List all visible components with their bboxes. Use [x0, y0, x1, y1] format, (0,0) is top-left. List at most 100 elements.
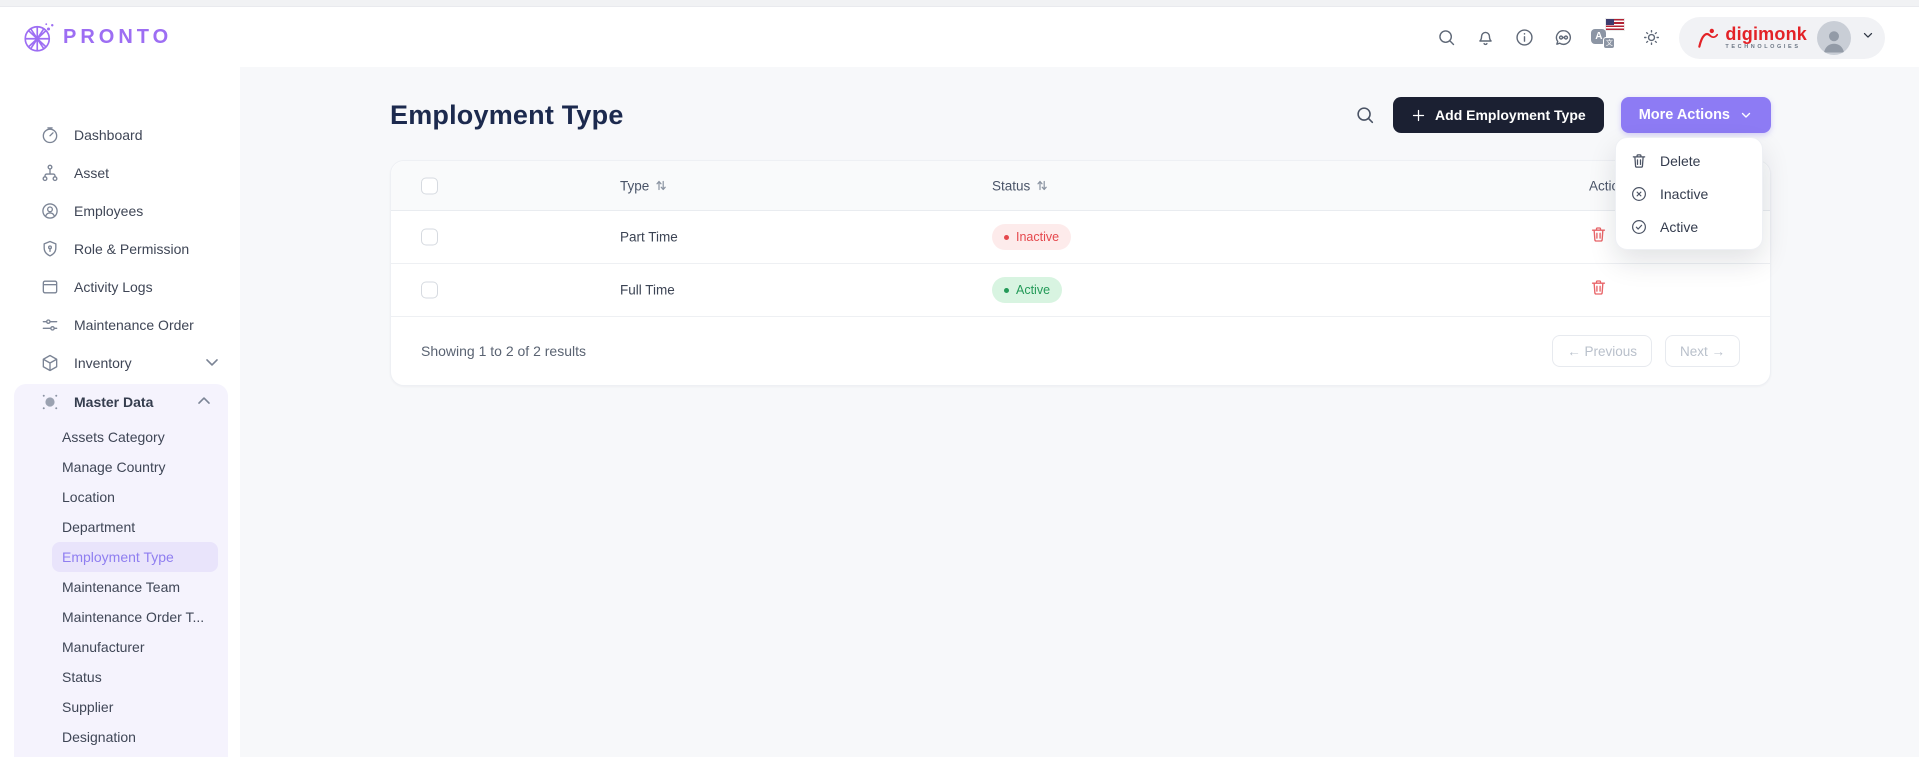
sidebar-item-inventory[interactable]: Inventory — [0, 344, 240, 382]
sidebar-subitem-designation[interactable]: Designation — [52, 722, 218, 752]
dropdown-item-delete[interactable]: Delete — [1616, 144, 1762, 177]
sidebar-subitem-location[interactable]: Location — [52, 482, 218, 512]
user-circle-icon — [42, 203, 58, 219]
circle-check-icon — [1632, 219, 1646, 234]
account-menu[interactable]: digimonk TECHNOLOGIES — [1679, 16, 1885, 59]
plus-icon — [1412, 109, 1425, 121]
sidebar-item-label: Maintenance Order — [74, 317, 194, 333]
table-footer: Showing 1 to 2 of 2 results ← Previous N… — [391, 317, 1770, 385]
status-badge: Active — [992, 277, 1063, 303]
page-header: Employment Type Add Employment Type More… — [390, 95, 1771, 135]
status-badge: Inactive — [992, 224, 1072, 250]
hierarchy-icon — [42, 164, 58, 182]
column-header-status[interactable]: Status — [992, 178, 1048, 193]
sort-icon — [1037, 180, 1048, 191]
dropdown-item-inactive[interactable]: Inactive — [1616, 177, 1762, 210]
translate-icon: A 文 — [1591, 27, 1616, 49]
header-actions: Add Employment Type More Actions — [1354, 97, 1771, 133]
page-title: Employment Type — [390, 99, 624, 130]
search-icon[interactable] — [1435, 27, 1457, 49]
sidebar-subitem-manage-country[interactable]: Manage Country — [52, 452, 218, 482]
sliders-icon — [42, 319, 58, 331]
data-cluster-icon — [42, 394, 58, 410]
sidebar-item-employees[interactable]: Employees — [0, 192, 240, 230]
us-flag-icon — [1606, 18, 1625, 30]
sidebar-item-label: Activity Logs — [74, 279, 153, 295]
next-page-button[interactable]: Next → — [1664, 335, 1740, 367]
sidebar-item-master-data[interactable]: Master Data — [14, 386, 228, 418]
type-cell: Full Time — [620, 282, 675, 298]
column-header-type[interactable]: Type — [620, 178, 667, 193]
status-dot — [1004, 287, 1009, 293]
more-actions-label: More Actions — [1638, 107, 1730, 123]
sidebar-subitem-maintenance-team[interactable]: Maintenance Team — [52, 572, 218, 602]
add-employment-type-button[interactable]: Add Employment Type — [1393, 97, 1604, 133]
sidebar-item-activity-logs[interactable]: Activity Logs — [0, 268, 240, 306]
sidebar-subitem-supplier[interactable]: Supplier — [52, 692, 218, 722]
sidebar-subitem-maintenance-order-type[interactable]: Maintenance Order T... — [52, 602, 218, 632]
language-selector[interactable]: A 文 — [1591, 18, 1625, 49]
sidebar-item-label: Employees — [74, 203, 144, 219]
notifications-bell-icon[interactable] — [1474, 27, 1496, 49]
sidebar-item-asset[interactable]: Asset — [0, 154, 240, 192]
table-row: Part Time Inactive — [391, 211, 1770, 264]
type-cell: Part Time — [620, 229, 678, 245]
globe-icon — [24, 22, 54, 52]
circle-x-icon — [1632, 186, 1646, 201]
select-all-checkbox[interactable] — [421, 177, 438, 194]
row-checkbox[interactable] — [421, 228, 438, 246]
delete-row-icon[interactable] — [1589, 278, 1608, 300]
org-tagline: TECHNOLOGIES — [1725, 43, 1801, 50]
more-actions-button[interactable]: More Actions — [1620, 97, 1771, 133]
sidebar-item-label: Dashboard — [74, 127, 143, 143]
sort-icon — [656, 180, 667, 191]
more-actions-dropdown: Delete Inactive Active — [1615, 137, 1763, 250]
pronto-logo[interactable]: PRONTO — [20, 20, 172, 56]
sidebar-item-maintenance-order[interactable]: Maintenance Order — [0, 306, 240, 344]
column-label: Type — [620, 178, 650, 193]
dropdown-item-label: Delete — [1660, 152, 1701, 169]
sidebar-item-label: Asset — [74, 165, 110, 181]
sidebar-subitem-department[interactable]: Department — [52, 512, 218, 542]
theme-light-icon[interactable] — [1640, 27, 1662, 49]
sidebar-subitem-assets-category[interactable]: Assets Category — [52, 422, 218, 452]
pagination: ← Previous Next → — [1552, 335, 1740, 367]
sidebar-item-label: Inventory — [74, 355, 132, 371]
sidebar-item-label: Master Data — [74, 394, 154, 410]
sidebar-item-label: Role & Permission — [74, 241, 190, 257]
topbar: PRONTO A 文 digimonk TECHNOLOGIES — [0, 8, 1919, 67]
sidebar-subitem-employment-type[interactable]: Employment Type — [52, 542, 218, 572]
topbar-actions: A 文 digimonk TECHNOLOGIES — [1435, 16, 1885, 59]
sidebar-subitem-manufacturer[interactable]: Manufacturer — [52, 632, 218, 662]
dropdown-item-active[interactable]: Active — [1616, 210, 1762, 243]
window-top-strip — [0, 0, 1919, 7]
chevron-up-icon — [194, 391, 214, 414]
table-header-row: Type Status Action — [391, 161, 1770, 211]
employment-type-table-card: Type Status Action Part Time Inactive Fu… — [390, 160, 1771, 386]
chevron-down-icon — [1741, 112, 1751, 118]
support-chat-icon[interactable] — [1552, 27, 1574, 49]
sidebar-item-role-permission[interactable]: Role & Permission — [0, 230, 240, 268]
table-row: Full Time Active — [391, 264, 1770, 317]
dropdown-item-label: Active — [1660, 218, 1699, 235]
trash-icon — [1632, 153, 1646, 168]
sidebar-subitem-template[interactable]: Template — [52, 752, 218, 757]
row-checkbox[interactable] — [421, 281, 438, 299]
digimonk-icon — [1698, 28, 1719, 48]
chevron-down-icon — [202, 352, 222, 375]
shield-icon — [43, 240, 57, 257]
delete-row-icon[interactable] — [1589, 225, 1608, 247]
chevron-down-icon[interactable] — [1861, 28, 1875, 47]
table-search-icon[interactable] — [1354, 104, 1376, 126]
results-summary: Showing 1 to 2 of 2 results — [421, 343, 586, 359]
info-icon[interactable] — [1513, 27, 1535, 49]
brand-name: PRONTO — [63, 26, 173, 48]
master-data-items: Assets Category Manage Country Location … — [14, 418, 228, 757]
user-avatar[interactable] — [1817, 20, 1851, 55]
sidebar-item-dashboard[interactable]: Dashboard — [0, 116, 240, 154]
column-label: Status — [992, 178, 1031, 193]
sidebar: Dashboard Asset Employees Role & Permiss… — [0, 67, 240, 757]
previous-page-button[interactable]: ← Previous — [1552, 335, 1652, 367]
org-name: digimonk — [1725, 23, 1807, 44]
sidebar-subitem-status[interactable]: Status — [52, 662, 218, 692]
